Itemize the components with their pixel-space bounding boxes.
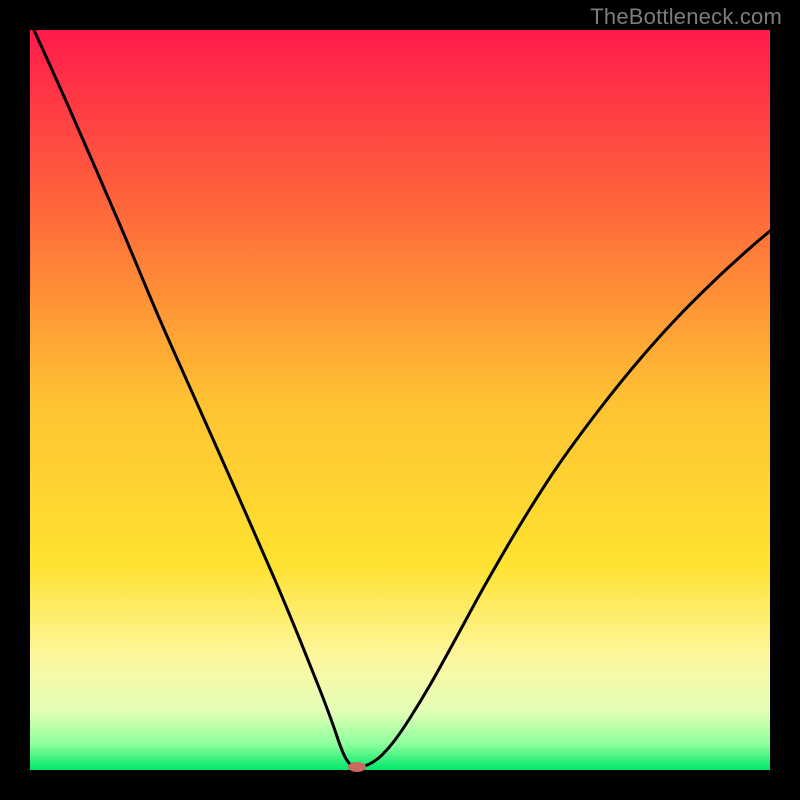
chart-svg bbox=[0, 0, 800, 800]
chart-frame: TheBottleneck.com bbox=[0, 0, 800, 800]
plot-area bbox=[30, 30, 770, 770]
optimal-marker bbox=[348, 762, 366, 772]
watermark-text: TheBottleneck.com bbox=[590, 4, 782, 30]
